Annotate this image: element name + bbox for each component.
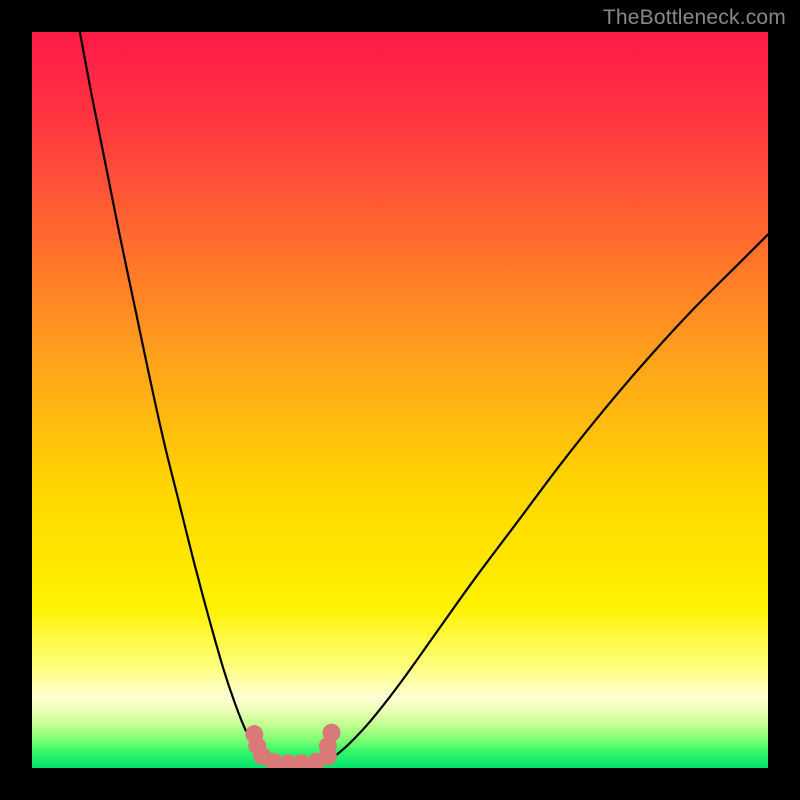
watermark-text: TheBottleneck.com <box>603 6 786 30</box>
scatter-layer <box>32 32 768 768</box>
outer-frame: TheBottleneck.com <box>0 0 800 800</box>
plot-area <box>32 32 768 768</box>
valley-dot <box>323 724 341 742</box>
